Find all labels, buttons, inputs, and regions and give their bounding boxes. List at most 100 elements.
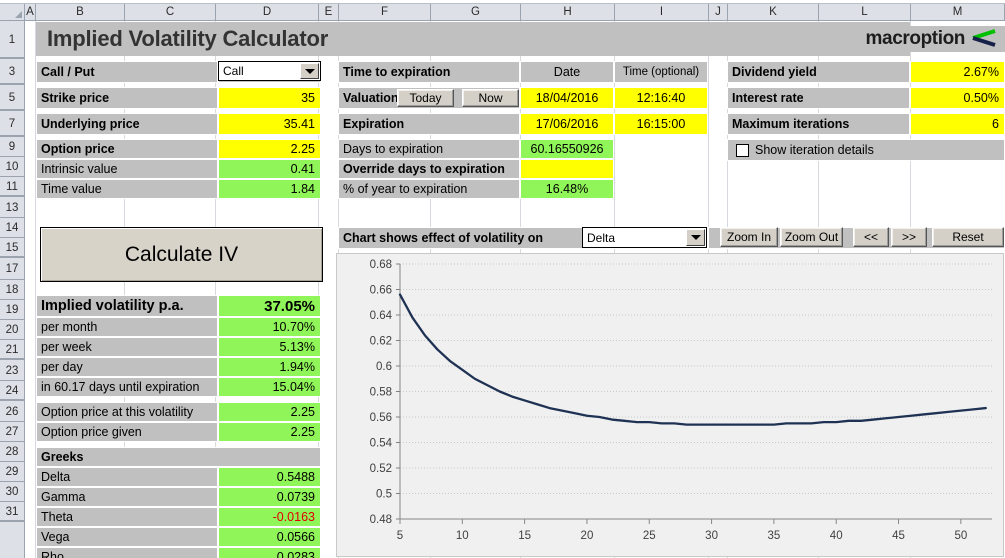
chart-metric-dropdown[interactable]: Delta (582, 227, 707, 248)
select-all-corner[interactable] (0, 4, 25, 21)
row-header-26[interactable]: 26 (0, 402, 24, 422)
page-title: Implied Volatility Calculator (36, 22, 910, 56)
option-price-given-value: 2.25 (218, 422, 321, 442)
call-put-dropdown[interactable]: Call (218, 61, 321, 81)
row-header-17[interactable]: 17 (0, 259, 24, 280)
override-days-label: Override days to expiration (338, 159, 520, 179)
row-header-7[interactable]: 7 (0, 111, 24, 137)
chevron-down-icon[interactable] (686, 229, 705, 246)
column-header-L[interactable]: L (819, 4, 911, 21)
svg-text:10: 10 (456, 530, 469, 542)
volatility-effect-chart[interactable]: 0.48 0.5 0.52 0.54 0.56 0.58 0.6 0.62 0.64 0.66 0.… (336, 253, 1004, 557)
row-header-24[interactable]: 24 (0, 381, 24, 401)
svg-text:50: 50 (954, 530, 967, 542)
row-header-15[interactable]: 15 (0, 238, 24, 258)
calculate-iv-button[interactable]: Calculate IV (40, 227, 323, 282)
time-to-expiration-section-label: Time to expiration (338, 61, 520, 83)
row-headers: 1 3 5 7 9 10 11 13 14 15 17 18 19 20 21 … (0, 21, 25, 558)
row-header-27[interactable]: 27 (0, 422, 24, 442)
option-price-input[interactable]: 2.25 (218, 139, 321, 159)
row-header-10[interactable]: 10 (0, 157, 24, 177)
row-header-14[interactable]: 14 (0, 218, 24, 238)
column-header-G[interactable]: G (431, 4, 521, 21)
show-iteration-details-row[interactable]: Show iteration details (727, 139, 1005, 161)
pan-left-button[interactable]: << (853, 227, 889, 247)
column-header-D[interactable]: D (216, 4, 319, 21)
svg-text:0.52: 0.52 (370, 463, 392, 475)
row-header-21[interactable]: 21 (0, 340, 24, 360)
row-header-31[interactable]: 31 (0, 502, 24, 522)
greek-label-gamma: Gamma (36, 487, 218, 507)
iv-per-month-label: per month (36, 317, 218, 337)
svg-text:0.62: 0.62 (370, 336, 392, 348)
column-header-J[interactable]: J (709, 4, 728, 21)
column-header-E[interactable]: E (319, 4, 339, 21)
greek-label-vega: Vega (36, 527, 218, 547)
row-header-3[interactable]: 3 (0, 59, 24, 85)
greek-value-delta: 0.5488 (218, 467, 321, 487)
svg-text:0.66: 0.66 (370, 285, 392, 297)
today-button[interactable]: Today (397, 89, 454, 107)
row-header-30[interactable]: 30 (0, 482, 24, 502)
row-header-5[interactable]: 5 (0, 85, 24, 111)
svg-text:0.64: 0.64 (370, 310, 393, 322)
row-header-1[interactable]: 1 (0, 21, 24, 59)
svg-text:0.58: 0.58 (370, 387, 392, 399)
row-header-13[interactable]: 13 (0, 198, 24, 218)
column-header-C[interactable]: C (125, 4, 216, 21)
column-header-M[interactable]: M (911, 4, 1005, 21)
row-header-11[interactable]: 11 (0, 177, 24, 197)
reset-chart-button[interactable]: Reset (932, 227, 1004, 247)
row-header-18[interactable]: 18 (0, 280, 24, 300)
row-header-29[interactable]: 29 (0, 462, 24, 482)
column-headers: A B C D E F G H I J K L M (0, 0, 1005, 22)
show-iteration-details-checkbox[interactable] (736, 143, 749, 157)
column-header-K[interactable]: K (728, 4, 819, 21)
override-days-input[interactable] (520, 159, 614, 179)
percent-year-label: % of year to expiration (338, 179, 520, 199)
row-header-19[interactable]: 19 (0, 300, 24, 320)
valuation-time-input[interactable]: 12:16:40 (614, 87, 708, 109)
column-header-I[interactable]: I (615, 4, 709, 21)
svg-text:0.5: 0.5 (376, 489, 392, 501)
column-header-A[interactable]: A (25, 4, 36, 21)
macroption-arrow-icon (971, 28, 997, 50)
intrinsic-value-output: 0.41 (218, 159, 321, 179)
chart-metric-prompt-label: Chart shows effect of volatility on (338, 227, 598, 249)
days-to-expiration-value: 60.16550926 (520, 139, 614, 159)
interest-rate-input[interactable]: 0.50% (910, 87, 1005, 109)
row-header-20[interactable]: 20 (0, 320, 24, 340)
pan-right-button[interactable]: >> (891, 227, 927, 247)
show-iteration-details-label: Show iteration details (755, 143, 874, 157)
time-value-label: Time value (36, 179, 218, 199)
expiration-date-input[interactable]: 17/06/2016 (520, 113, 614, 135)
dividend-yield-label: Dividend yield (727, 61, 910, 83)
chart-canvas: 0.48 0.5 0.52 0.54 0.56 0.58 0.6 0.62 0.64 0.66 0.… (370, 259, 992, 542)
row-header-9[interactable]: 9 (0, 137, 24, 157)
maximum-iterations-input[interactable]: 6 (910, 113, 1005, 135)
call-put-label: Call / Put (36, 61, 218, 83)
row-header-28[interactable]: 28 (0, 442, 24, 462)
column-header-F[interactable]: F (339, 4, 431, 21)
column-header-B[interactable]: B (36, 4, 125, 21)
option-price-given-label: Option price given (36, 422, 218, 442)
dividend-yield-input[interactable]: 2.67% (910, 61, 1005, 83)
zoom-in-button[interactable]: Zoom In (720, 227, 778, 247)
greek-value-rho: 0.0283 (218, 547, 321, 558)
expiration-time-input[interactable]: 16:15:00 (614, 113, 708, 135)
column-header-H[interactable]: H (521, 4, 615, 21)
zoom-out-button[interactable]: Zoom Out (780, 227, 843, 247)
row-header-23[interactable]: 23 (0, 361, 24, 381)
svg-text:0.68: 0.68 (370, 259, 392, 271)
chevron-down-icon[interactable] (300, 63, 319, 79)
iv-until-expiration-label: in 60.17 days until expiration (36, 377, 218, 397)
days-to-expiration-label: Days to expiration (338, 139, 520, 159)
greek-value-theta: -0.0163 (218, 507, 321, 527)
now-button[interactable]: Now (462, 89, 519, 107)
maximum-iterations-label: Maximum iterations (727, 113, 910, 135)
logo-text: macroption (865, 28, 966, 49)
svg-text:40: 40 (830, 530, 843, 542)
strike-price-input[interactable]: 35 (218, 87, 321, 109)
underlying-price-input[interactable]: 35.41 (218, 113, 321, 135)
valuation-date-input[interactable]: 18/04/2016 (520, 87, 614, 109)
